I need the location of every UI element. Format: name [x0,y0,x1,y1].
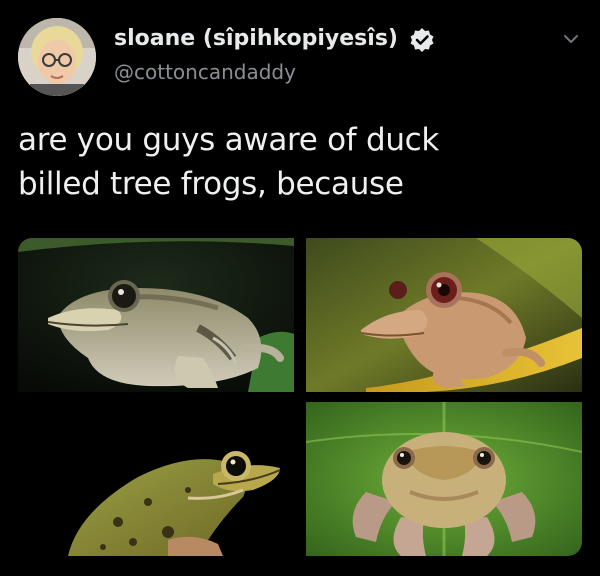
tweet-text-line: are you guys aware of duck [18,122,440,158]
avatar[interactable] [18,18,96,96]
tweet-text: are you guys aware of duck billed tree f… [18,118,578,206]
verified-badge-icon [409,27,435,53]
user-handle[interactable]: @cottoncandaddy [114,60,296,84]
frog-photo-3[interactable] [18,402,294,556]
frog-photo-2[interactable] [306,238,582,392]
tweet: sloane (sîpihkopiyesîs) @cottoncandaddy … [0,0,600,576]
frog-photo-1[interactable] [18,238,294,392]
tweet-text-line: billed tree frogs, because [18,166,404,202]
display-name[interactable]: sloane (sîpihkopiyesîs) [114,26,398,51]
chevron-down-icon[interactable] [560,28,582,50]
frog-photo-4[interactable] [306,402,582,556]
